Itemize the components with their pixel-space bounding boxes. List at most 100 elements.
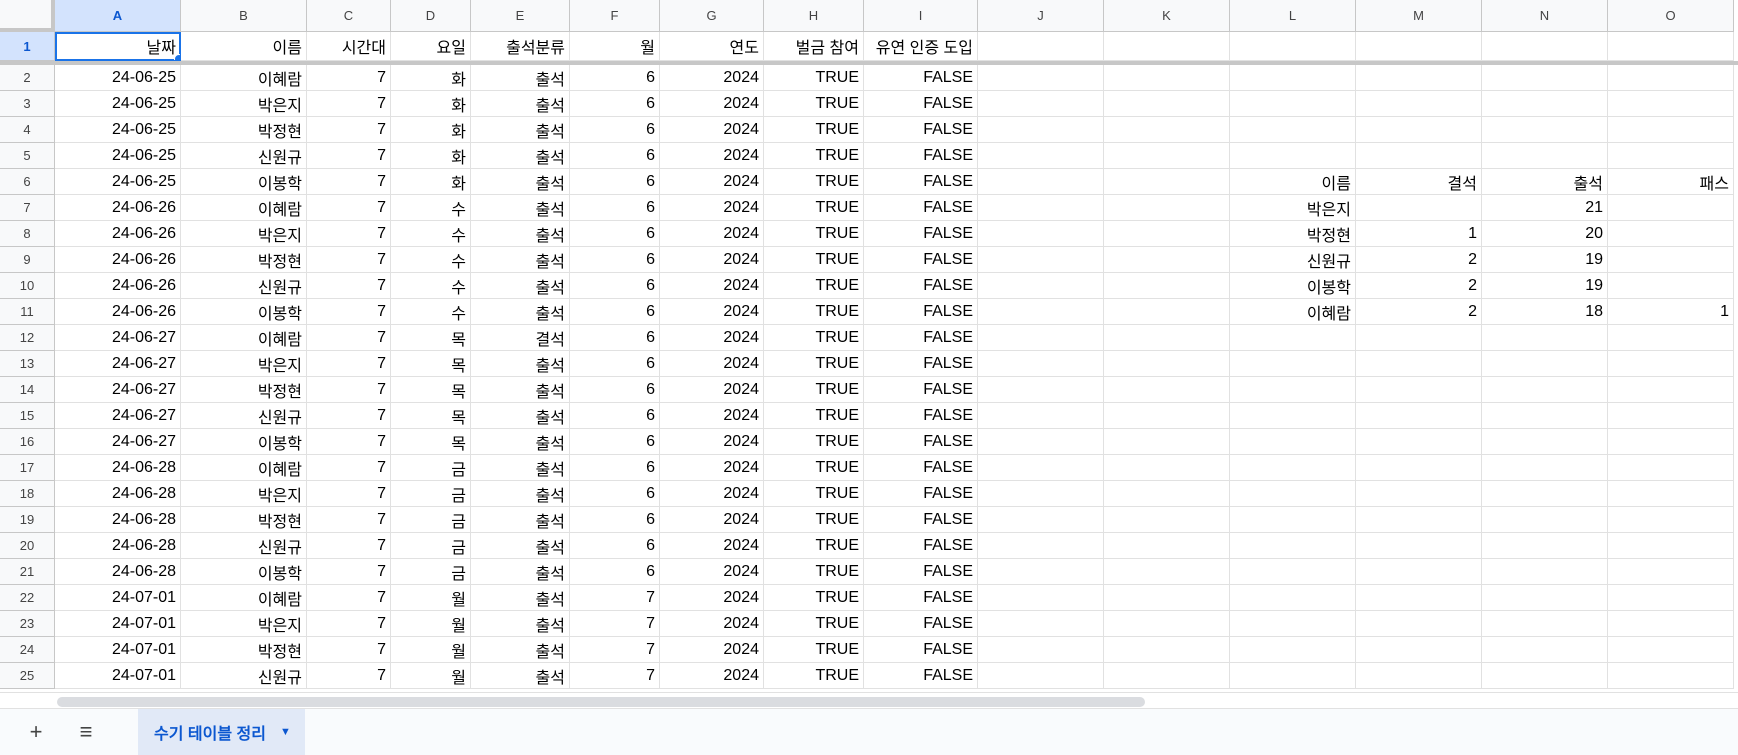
cell-l[interactable] [1230,351,1356,377]
cell-e[interactable]: 출석 [471,169,570,195]
cell-b[interactable]: 박정현 [181,637,307,663]
cell-j[interactable] [978,91,1104,117]
cell-b[interactable]: 박은지 [181,91,307,117]
cell-j[interactable] [978,143,1104,169]
cell-j[interactable] [978,65,1104,91]
cell-j[interactable] [978,559,1104,585]
cell-n[interactable] [1482,585,1608,611]
cell-m[interactable] [1356,325,1482,351]
cell-a[interactable]: 24-06-27 [55,351,181,377]
row-header[interactable]: 19 [0,507,55,533]
cell-h[interactable]: TRUE [764,117,864,143]
cell-f[interactable]: 6 [570,221,660,247]
cell-f[interactable]: 7 [570,663,660,689]
cell-g[interactable]: 2024 [660,117,764,143]
cell-d[interactable]: 목 [391,377,471,403]
cell-h[interactable]: TRUE [764,585,864,611]
cell-e[interactable]: 출석 [471,455,570,481]
header-cell-o[interactable] [1608,32,1734,61]
cell-d[interactable]: 금 [391,559,471,585]
cell-k[interactable] [1104,221,1230,247]
cell-i[interactable]: FALSE [864,247,978,273]
row-header[interactable]: 6 [0,169,55,195]
cell-c[interactable]: 7 [307,273,391,299]
cell-f[interactable]: 6 [570,455,660,481]
column-header-j[interactable]: J [978,0,1104,32]
cell-j[interactable] [978,585,1104,611]
cell-a[interactable]: 24-06-27 [55,403,181,429]
cell-k[interactable] [1104,117,1230,143]
cell-n[interactable] [1482,533,1608,559]
fill-handle[interactable] [174,54,180,60]
cell-o[interactable] [1608,65,1734,91]
cell-d[interactable]: 목 [391,325,471,351]
cell-m[interactable] [1356,91,1482,117]
cell-m[interactable] [1356,481,1482,507]
cell-c[interactable]: 7 [307,403,391,429]
cell-b[interactable]: 이봉학 [181,169,307,195]
header-cell-d[interactable]: 요일 [391,32,471,61]
column-header-g[interactable]: G [660,0,764,32]
column-header-d[interactable]: D [391,0,471,32]
cell-e[interactable]: 출석 [471,117,570,143]
row-header[interactable]: 3 [0,91,55,117]
cell-h[interactable]: TRUE [764,273,864,299]
cell-h[interactable]: TRUE [764,403,864,429]
cell-n[interactable]: 18 [1482,299,1608,325]
header-cell-i[interactable]: 유연 인증 도입 [864,32,978,61]
cell-f[interactable]: 7 [570,611,660,637]
cell-g[interactable]: 2024 [660,325,764,351]
cell-o[interactable]: 1 [1608,299,1734,325]
cell-b[interactable]: 박은지 [181,481,307,507]
cell-k[interactable] [1104,637,1230,663]
cell-e[interactable]: 출석 [471,481,570,507]
column-header-l[interactable]: L [1230,0,1356,32]
cell-h[interactable]: TRUE [764,481,864,507]
cell-k[interactable] [1104,325,1230,351]
cell-h[interactable]: TRUE [764,533,864,559]
column-header-k[interactable]: K [1104,0,1230,32]
cell-g[interactable]: 2024 [660,143,764,169]
header-cell-j[interactable] [978,32,1104,61]
cell-o[interactable] [1608,195,1734,221]
cell-k[interactable] [1104,169,1230,195]
cell-e[interactable]: 출석 [471,533,570,559]
cell-g[interactable]: 2024 [660,507,764,533]
row-header[interactable]: 1 [0,32,55,61]
cell-f[interactable]: 6 [570,143,660,169]
header-cell-e[interactable]: 출석분류 [471,32,570,61]
cell-c[interactable]: 7 [307,247,391,273]
cell-g[interactable]: 2024 [660,65,764,91]
cell-b[interactable]: 박은지 [181,351,307,377]
cell-a[interactable]: 24-06-28 [55,559,181,585]
caret-down-icon[interactable]: ▼ [280,726,291,738]
cell-j[interactable] [978,455,1104,481]
cell-a[interactable]: 24-07-01 [55,663,181,689]
cell-j[interactable] [978,247,1104,273]
row-header[interactable]: 4 [0,117,55,143]
cell-b[interactable]: 신원규 [181,403,307,429]
header-cell-k[interactable] [1104,32,1230,61]
cell-e[interactable]: 출석 [471,299,570,325]
cell-i[interactable]: FALSE [864,663,978,689]
cell-f[interactable]: 6 [570,247,660,273]
cell-n[interactable] [1482,611,1608,637]
cell-f[interactable]: 7 [570,585,660,611]
cell-o[interactable] [1608,247,1734,273]
row-header[interactable]: 24 [0,637,55,663]
cell-c[interactable]: 7 [307,481,391,507]
cell-b[interactable]: 박정현 [181,117,307,143]
cell-g[interactable]: 2024 [660,351,764,377]
cell-l[interactable] [1230,663,1356,689]
cell-o[interactable] [1608,325,1734,351]
cell-m[interactable]: 1 [1356,221,1482,247]
cell-l[interactable] [1230,559,1356,585]
cell-l[interactable] [1230,455,1356,481]
row-header[interactable]: 13 [0,351,55,377]
cell-h[interactable]: TRUE [764,351,864,377]
cell-b[interactable]: 이봉학 [181,429,307,455]
column-header-m[interactable]: M [1356,0,1482,32]
cell-l[interactable] [1230,585,1356,611]
horizontal-scrollbar-thumb[interactable] [57,697,1145,707]
cell-l[interactable] [1230,611,1356,637]
